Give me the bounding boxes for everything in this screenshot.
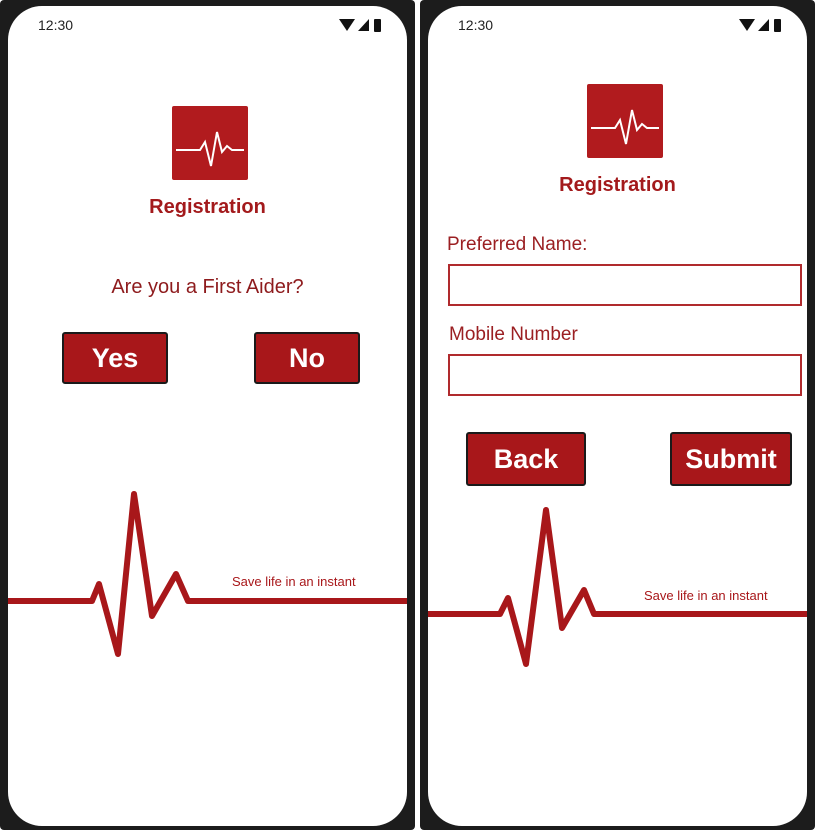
signal-icon [358, 19, 369, 31]
tagline: Save life in an instant [232, 574, 356, 589]
status-time: 12:30 [458, 17, 494, 33]
page-title: Registration [559, 174, 676, 196]
status-bar: 12:30 [428, 6, 807, 44]
preferred-name-label: Preferred Name: [447, 234, 588, 255]
preferred-name-input[interactable] [448, 264, 802, 306]
mobile-number-input[interactable] [448, 354, 802, 396]
status-icons [739, 18, 781, 32]
status-time: 12:30 [38, 17, 74, 33]
submit-button[interactable]: Submit [670, 432, 792, 486]
status-icons [339, 18, 381, 32]
registration-form-screen: 12:30 Registration Preferred Name: Mobil… [428, 6, 807, 826]
mobile-number-label: Mobile Number [449, 324, 578, 345]
first-aider-question: Are you a First Aider? [111, 276, 304, 298]
tagline: Save life in an instant [644, 588, 768, 603]
status-bar: 12:30 [8, 6, 407, 44]
phone-frame-left: 12:30 Registration Are you a First Aider… [0, 0, 415, 830]
page-title: Registration [149, 196, 266, 218]
registration-question-screen: 12:30 Registration Are you a First Aider… [8, 6, 407, 826]
no-button[interactable]: No [254, 332, 360, 384]
heartbeat-logo-icon [172, 106, 248, 180]
wifi-icon [339, 19, 355, 31]
back-button[interactable]: Back [466, 432, 586, 486]
wifi-icon [739, 19, 755, 31]
signal-icon [758, 19, 769, 31]
phone-frame-right: 12:30 Registration Preferred Name: Mobil… [420, 0, 815, 830]
yes-button[interactable]: Yes [62, 332, 168, 384]
battery-icon [374, 18, 381, 32]
battery-icon [774, 18, 781, 32]
heartbeat-logo-icon [587, 84, 663, 158]
